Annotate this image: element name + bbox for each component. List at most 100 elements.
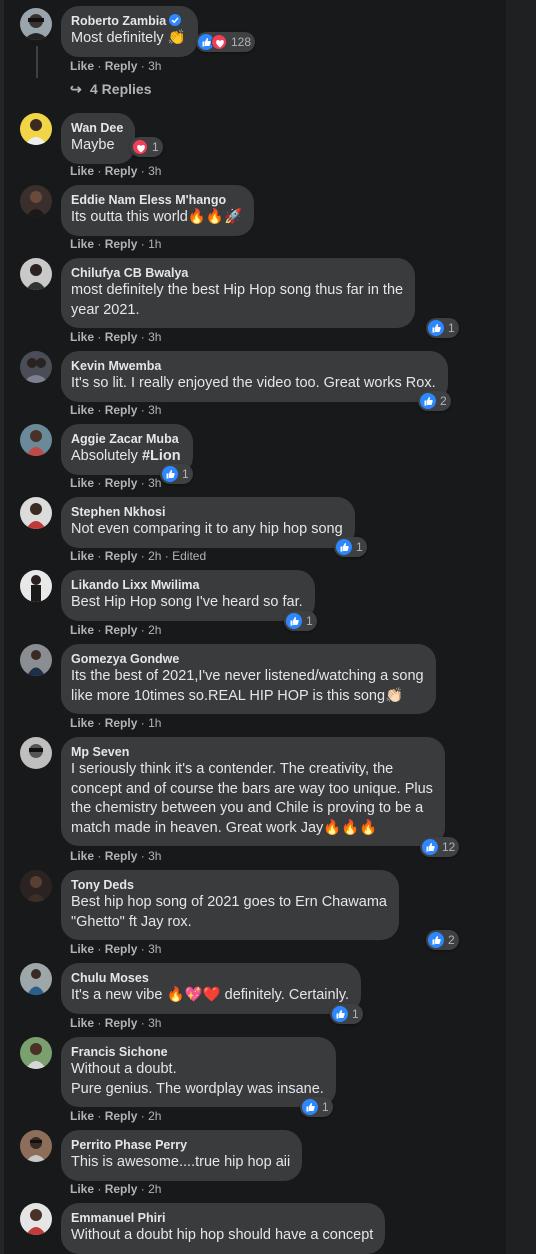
comment-author[interactable]: Mp Seven — [71, 744, 433, 760]
like-icon — [336, 539, 352, 555]
comment-author[interactable]: Kevin Mwemba — [71, 358, 436, 374]
like-button[interactable]: Like — [70, 549, 94, 563]
timestamp[interactable]: 3h — [148, 1016, 161, 1030]
like-icon — [420, 393, 436, 409]
like-button[interactable]: Like — [70, 59, 94, 73]
comment-author[interactable]: Gomezya Gondwe — [71, 651, 424, 667]
timestamp[interactable]: 2h — [148, 1182, 161, 1196]
like-button[interactable]: Like — [70, 476, 94, 490]
comment-text: Maybe — [71, 137, 115, 153]
reaction-summary[interactable]: 1 — [300, 1097, 333, 1117]
timestamp[interactable]: 3h — [148, 59, 161, 73]
avatar[interactable] — [20, 737, 52, 769]
like-button[interactable]: Like — [70, 164, 94, 178]
avatar[interactable] — [20, 351, 52, 383]
comment-author[interactable]: Aggie Zacar Muba — [71, 431, 181, 447]
reply-button[interactable]: Reply — [105, 237, 138, 251]
comment-text: match made in heaven. Great work Jay🔥🔥🔥 — [71, 819, 378, 836]
like-button[interactable]: Like — [70, 237, 94, 251]
comment-text: This is awesome....true hip hop aii — [71, 1154, 291, 1170]
like-button[interactable]: Like — [70, 330, 94, 344]
avatar[interactable] — [20, 258, 52, 290]
comment-author[interactable]: Wan Dee — [71, 120, 123, 136]
reaction-count: 12 — [442, 840, 456, 854]
avatar[interactable] — [20, 424, 52, 456]
reaction-count: 128 — [231, 35, 252, 49]
reaction-summary[interactable]: 1 — [334, 537, 367, 557]
reaction-summary[interactable]: 2 — [418, 391, 451, 411]
comment-author[interactable]: Perrito Phase Perry — [71, 1137, 290, 1153]
reply-button[interactable]: Reply — [105, 1109, 138, 1123]
comment-actions: Like · Reply · 3h — [70, 330, 162, 344]
reply-button[interactable]: Reply — [105, 59, 138, 73]
reaction-summary[interactable]: 1 — [426, 318, 459, 338]
avatar[interactable] — [20, 497, 52, 529]
reply-button[interactable]: Reply — [105, 164, 138, 178]
scrollbar-track[interactable] — [506, 0, 536, 1254]
comment-author[interactable]: Emmanuel Phiri — [71, 1210, 373, 1226]
comment-author[interactable]: Stephen Nkhosi — [71, 504, 343, 520]
timestamp[interactable]: 3h — [148, 849, 161, 863]
timestamp[interactable]: 3h — [148, 476, 161, 490]
reaction-summary[interactable]: 128 — [196, 32, 256, 52]
comment-author[interactable]: Chilufya CB Bwalya — [71, 265, 403, 281]
reply-button[interactable]: Reply — [105, 1182, 138, 1196]
reaction-summary[interactable]: 12 — [420, 837, 460, 857]
like-button[interactable]: Like — [70, 403, 94, 417]
reply-button[interactable]: Reply — [105, 849, 138, 863]
comment-author[interactable]: Eddie Nam Eless M'hango — [71, 192, 242, 208]
comment-author[interactable]: Likando Lixx Mwilima — [71, 577, 303, 593]
comment-bubble: Emmanuel Phiri Without a doubt hip hop s… — [61, 1203, 386, 1254]
comment-author[interactable]: Roberto Zambia — [71, 14, 166, 28]
reply-button[interactable]: Reply — [105, 1016, 138, 1030]
comment-author[interactable]: Francis Sichone — [71, 1044, 324, 1060]
hashtag-link[interactable]: #Lion — [142, 448, 181, 464]
comment-text: Best hip hop song of 2021 goes to Ern Ch… — [71, 894, 387, 910]
like-icon — [428, 932, 444, 948]
like-icon — [332, 1006, 348, 1022]
like-button[interactable]: Like — [70, 849, 94, 863]
reply-button[interactable]: Reply — [105, 549, 138, 563]
avatar[interactable] — [20, 963, 52, 995]
reply-button[interactable]: Reply — [105, 476, 138, 490]
timestamp[interactable]: 3h — [148, 942, 161, 956]
timestamp[interactable]: 3h — [148, 330, 161, 344]
comment-author[interactable]: Tony Deds — [71, 877, 387, 893]
avatar[interactable] — [20, 1037, 52, 1069]
timestamp[interactable]: 2h — [148, 623, 161, 637]
reaction-summary[interactable]: 1 — [130, 137, 163, 157]
avatar[interactable] — [20, 644, 52, 676]
reply-button[interactable]: Reply — [105, 623, 138, 637]
avatar[interactable] — [20, 570, 52, 602]
avatar[interactable] — [20, 1203, 52, 1235]
reply-button[interactable]: Reply — [105, 403, 138, 417]
avatar[interactable] — [20, 870, 52, 902]
reaction-count: 1 — [152, 140, 159, 154]
reaction-summary[interactable]: 1 — [160, 464, 193, 484]
reply-button[interactable]: Reply — [105, 942, 138, 956]
timestamp[interactable]: 3h — [148, 164, 161, 178]
timestamp[interactable]: 1h — [148, 237, 161, 251]
timestamp[interactable]: 2h — [148, 549, 161, 563]
like-button[interactable]: Like — [70, 716, 94, 730]
reaction-summary[interactable]: 2 — [426, 930, 459, 950]
reply-button[interactable]: Reply — [105, 716, 138, 730]
reply-button[interactable]: Reply — [105, 330, 138, 344]
avatar[interactable] — [20, 8, 52, 40]
avatar[interactable] — [20, 1130, 52, 1162]
timestamp[interactable]: 2h — [148, 1109, 161, 1123]
like-button[interactable]: Like — [70, 1182, 94, 1196]
like-icon — [422, 839, 438, 855]
reaction-summary[interactable]: 1 — [330, 1004, 363, 1024]
like-button[interactable]: Like — [70, 942, 94, 956]
like-button[interactable]: Like — [70, 1109, 94, 1123]
view-replies-link[interactable]: ↪ 4 Replies — [70, 81, 151, 98]
reaction-summary[interactable]: 1 — [284, 611, 317, 631]
like-button[interactable]: Like — [70, 1016, 94, 1030]
avatar[interactable] — [20, 185, 52, 217]
comment-author[interactable]: Chulu Moses — [71, 970, 349, 986]
timestamp[interactable]: 1h — [148, 716, 161, 730]
avatar[interactable] — [20, 113, 52, 145]
like-button[interactable]: Like — [70, 623, 94, 637]
timestamp[interactable]: 3h — [148, 403, 161, 417]
